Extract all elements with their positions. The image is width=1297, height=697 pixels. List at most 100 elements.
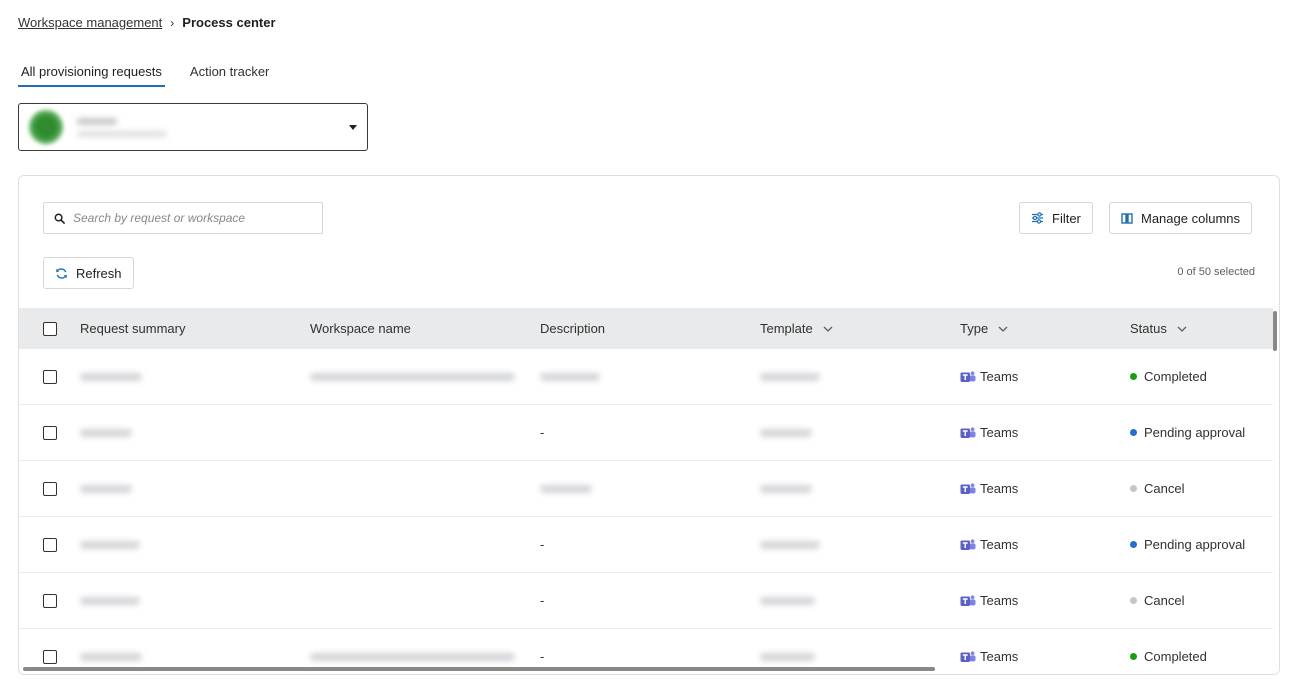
workspace-name-cell	[310, 517, 540, 572]
teams-icon	[960, 594, 976, 606]
status-label: Pending approval	[1144, 425, 1246, 440]
type-label: Teams	[980, 593, 1019, 608]
description-text: -	[540, 537, 545, 552]
description-text: -	[540, 593, 545, 608]
column-header-description[interactable]: Description	[540, 321, 605, 336]
teams-icon	[960, 370, 976, 382]
table-row[interactable]: Teams Cancel	[19, 461, 1273, 517]
description-cell	[540, 349, 760, 404]
column-header-status-label: Status	[1130, 321, 1167, 336]
table-body: Teams Completed - Teams Pending approval Team…	[19, 349, 1273, 674]
status-label: Cancel	[1144, 481, 1185, 496]
tenant-dropdown[interactable]	[18, 103, 368, 151]
status-cell: Cancel	[1130, 461, 1273, 516]
search-input[interactable]	[73, 211, 293, 225]
tab-all-provisioning-requests[interactable]: All provisioning requests	[18, 62, 165, 87]
status-label: Completed	[1144, 369, 1207, 384]
request-summary-cell	[80, 349, 310, 404]
request-summary-cell	[80, 573, 310, 628]
manage-columns-label: Manage columns	[1141, 210, 1240, 226]
status-cell: Completed	[1130, 349, 1273, 404]
description-text: -	[540, 425, 545, 440]
teams-icon	[960, 426, 976, 438]
status-cell: Pending approval	[1130, 405, 1273, 460]
workspace-name-cell	[310, 461, 540, 516]
template-cell	[760, 517, 960, 572]
table-row[interactable]: Teams Completed	[19, 349, 1273, 405]
request-summary-cell	[80, 461, 310, 516]
selected-count: 0 of 50 selected	[1177, 266, 1255, 278]
tab-action-tracker[interactable]: Action tracker	[187, 62, 272, 87]
type-label: Teams	[980, 537, 1019, 552]
type-label: Teams	[980, 481, 1019, 496]
row-checkbox[interactable]	[43, 593, 57, 608]
requests-table: Request summary Workspace name Descripti…	[19, 308, 1273, 674]
breadcrumb-current: Process center	[182, 15, 276, 30]
column-header-status[interactable]: Status	[1130, 321, 1187, 336]
breadcrumb: Workspace management › Process center	[18, 15, 276, 30]
type-label: Teams	[980, 649, 1019, 664]
table-row[interactable]: - Teams Cancel	[19, 573, 1273, 629]
status-dot-icon	[1130, 485, 1137, 492]
status-dot-icon	[1130, 373, 1137, 380]
caret-down-icon	[349, 125, 357, 130]
row-checkbox[interactable]	[43, 537, 57, 552]
chevron-down-icon	[998, 326, 1008, 332]
column-header-request-summary[interactable]: Request summary	[80, 321, 185, 336]
table-header: Request summary Workspace name Descripti…	[19, 308, 1273, 349]
chevron-down-icon	[1177, 326, 1187, 332]
vertical-scrollbar[interactable]	[1273, 311, 1277, 351]
row-checkbox[interactable]	[43, 369, 57, 384]
column-header-type[interactable]: Type	[960, 321, 1008, 336]
teams-icon	[960, 650, 976, 662]
type-label: Teams	[980, 425, 1019, 440]
type-cell: Teams	[960, 349, 1130, 404]
select-all-checkbox[interactable]	[43, 321, 57, 336]
status-label: Pending approval	[1144, 537, 1246, 552]
row-checkbox[interactable]	[43, 425, 57, 440]
workspace-name-cell	[310, 349, 540, 404]
breadcrumb-workspace-management[interactable]: Workspace management	[18, 15, 162, 30]
refresh-icon	[56, 267, 67, 279]
teams-icon	[960, 482, 976, 494]
type-label: Teams	[980, 369, 1019, 384]
type-cell: Teams	[960, 405, 1130, 460]
filter-button[interactable]: Filter	[1019, 202, 1093, 234]
type-cell: Teams	[960, 517, 1130, 572]
teams-icon	[960, 538, 976, 550]
chevron-right-icon: ›	[170, 15, 175, 30]
template-cell	[760, 405, 960, 460]
column-header-workspace-name[interactable]: Workspace name	[310, 321, 411, 336]
search-box[interactable]	[43, 202, 323, 234]
tab-bar: All provisioning requests Action tracker	[18, 62, 272, 87]
description-text: -	[540, 649, 545, 664]
workspace-name-cell	[310, 405, 540, 460]
template-cell	[760, 349, 960, 404]
table-row[interactable]: - Teams Pending approval	[19, 405, 1273, 461]
table-row[interactable]: - Teams Pending approval	[19, 517, 1273, 573]
status-dot-icon	[1130, 429, 1137, 436]
chevron-down-icon	[823, 326, 833, 332]
columns-icon	[1121, 212, 1133, 224]
template-cell	[760, 461, 960, 516]
status-cell: Pending approval	[1130, 517, 1273, 572]
request-summary-cell	[80, 405, 310, 460]
horizontal-scrollbar[interactable]	[23, 667, 935, 671]
type-cell: Teams	[960, 629, 1130, 674]
column-header-type-label: Type	[960, 321, 989, 336]
column-header-template-label: Template	[760, 321, 813, 336]
row-checkbox[interactable]	[43, 649, 57, 664]
row-checkbox[interactable]	[43, 481, 57, 496]
description-cell: -	[540, 573, 760, 628]
column-header-template[interactable]: Template	[760, 321, 833, 336]
status-dot-icon	[1130, 541, 1137, 548]
description-cell: -	[540, 517, 760, 572]
sliders-icon	[1032, 212, 1043, 224]
status-label: Cancel	[1144, 593, 1185, 608]
refresh-button[interactable]: Refresh	[43, 257, 134, 289]
tenant-name-redacted	[77, 117, 167, 137]
status-dot-icon	[1130, 597, 1137, 604]
template-cell	[760, 573, 960, 628]
manage-columns-button[interactable]: Manage columns	[1109, 202, 1252, 234]
workspace-name-cell	[310, 573, 540, 628]
